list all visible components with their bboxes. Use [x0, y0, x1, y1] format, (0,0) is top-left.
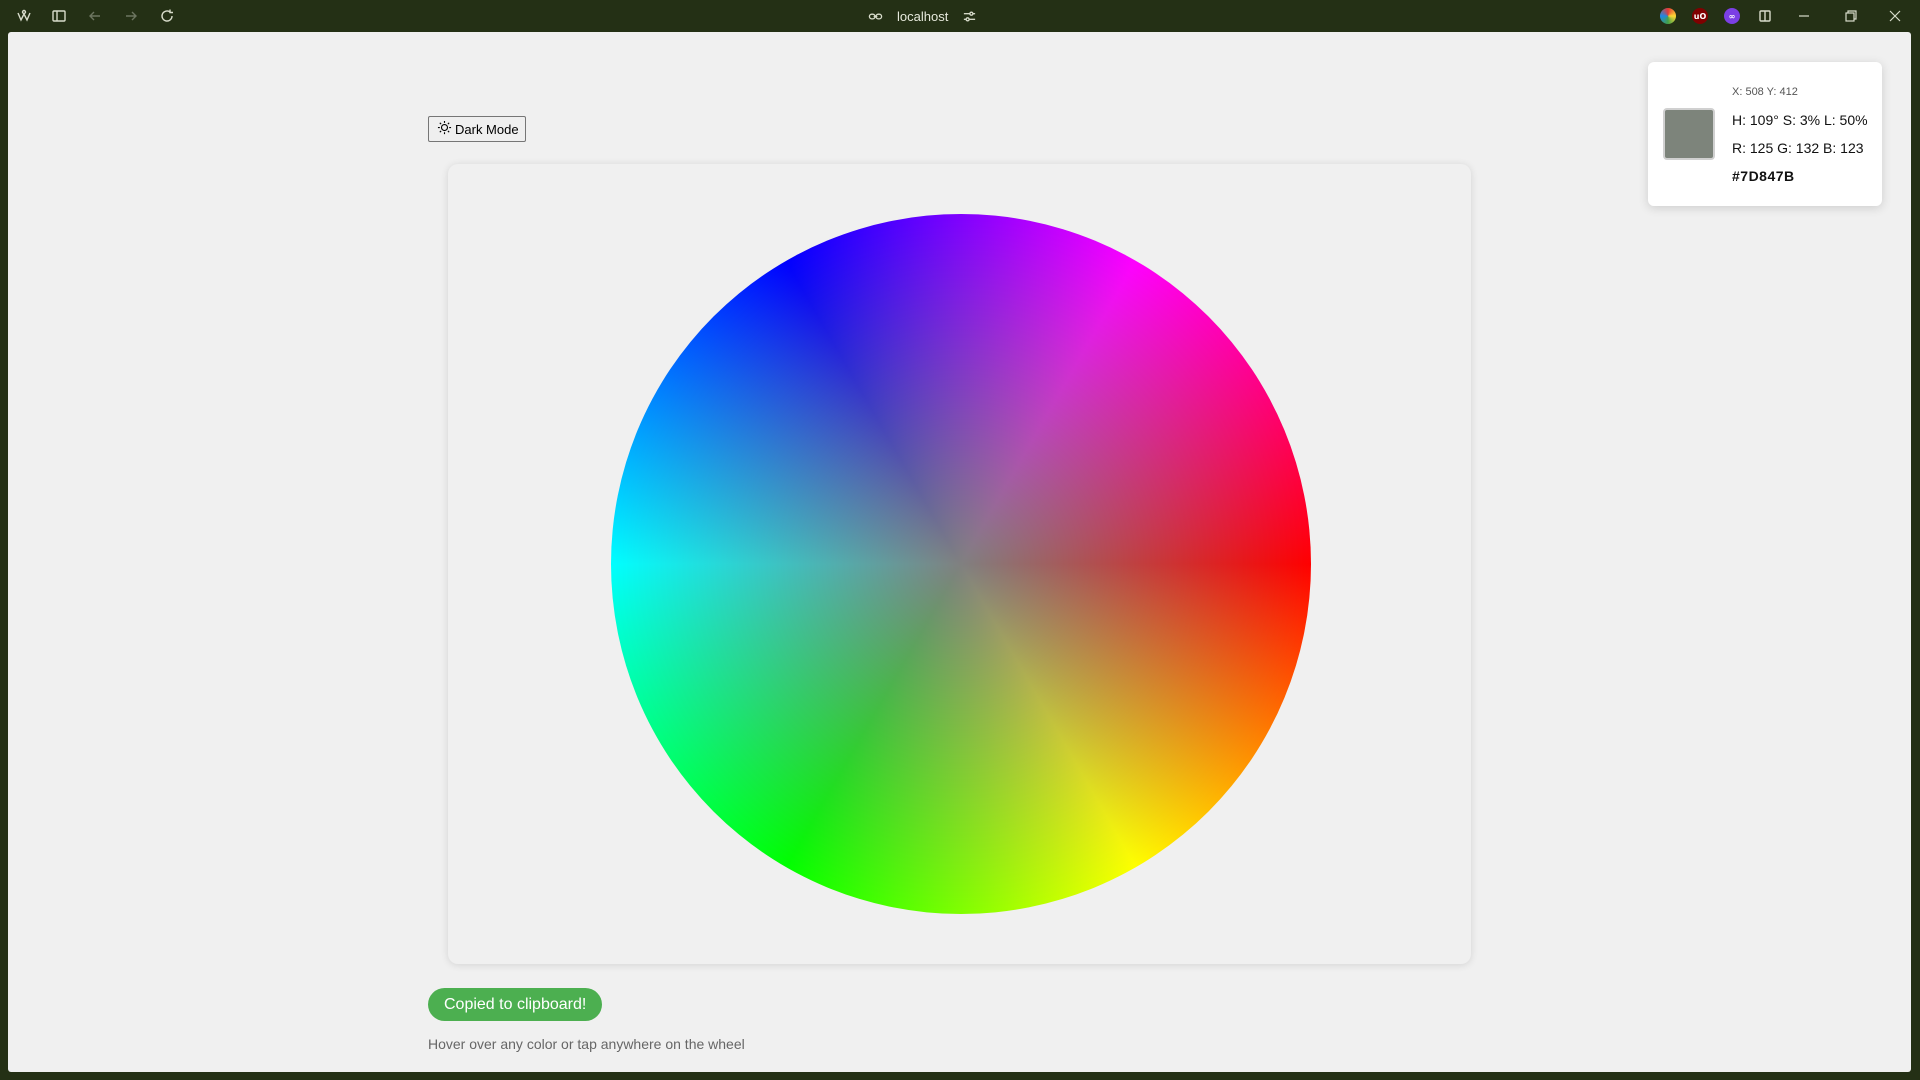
url-text[interactable]: localhost: [897, 9, 948, 24]
extension-purple-icon[interactable]: ∞: [1724, 8, 1740, 24]
dark-mode-toggle-button[interactable]: Dark Mode: [428, 116, 526, 142]
reload-icon[interactable]: [158, 7, 176, 25]
page-viewport: Dark Mode X: 508 Y: 412 H: 109° S: 3% L:…: [8, 32, 1911, 1072]
hsl-value: H: 109° S: 3% L: 50%: [1732, 112, 1868, 128]
hex-value[interactable]: #7D847B: [1732, 168, 1795, 184]
link-icon: [868, 13, 883, 19]
restore-icon[interactable]: [1842, 7, 1860, 25]
color-swatch: [1663, 108, 1715, 160]
forward-arrow-icon[interactable]: [122, 7, 140, 25]
back-arrow-icon[interactable]: [86, 7, 104, 25]
cursor-coordinates: X: 508 Y: 412: [1732, 86, 1798, 98]
ublock-label: uO: [1693, 11, 1707, 21]
color-wheel-card: [448, 164, 1471, 964]
rgb-value: R: 125 G: 132 B: 123: [1732, 140, 1864, 156]
sidebar-toggle-icon[interactable]: [50, 7, 68, 25]
browser-toolbar: localhost uO ∞: [0, 0, 1920, 32]
address-bar[interactable]: localhost: [868, 6, 977, 26]
extension-multicolor-icon[interactable]: [1660, 8, 1676, 24]
split-view-icon[interactable]: [1756, 7, 1774, 25]
close-icon[interactable]: [1886, 7, 1904, 25]
minimize-icon[interactable]: [1795, 7, 1813, 25]
sun-icon: [437, 120, 452, 134]
browser-logo-icon[interactable]: [15, 7, 33, 25]
ublock-origin-icon[interactable]: uO: [1692, 8, 1708, 24]
copied-toast: Copied to clipboard!: [428, 988, 603, 1021]
color-wheel[interactable]: [611, 214, 1311, 914]
color-info-panel: X: 508 Y: 412 H: 109° S: 3% L: 50% R: 12…: [1648, 62, 1882, 206]
instruction-text: Hover over any color or tap anywhere on …: [428, 1036, 745, 1052]
site-settings-icon[interactable]: [962, 9, 977, 24]
dark-mode-label: Dark Mode: [455, 121, 519, 137]
